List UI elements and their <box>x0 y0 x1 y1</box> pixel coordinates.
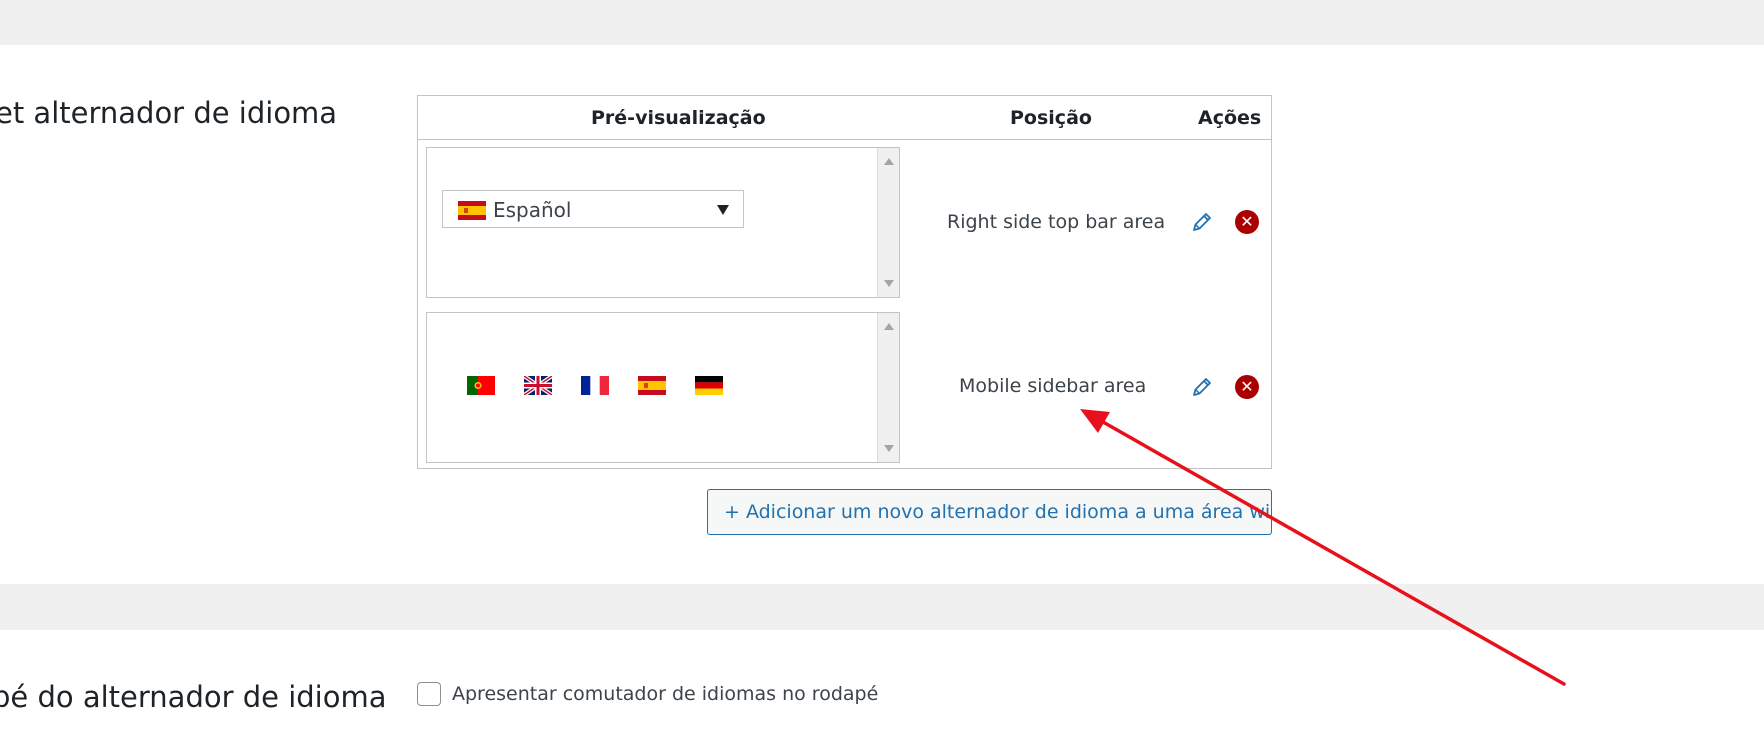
flag-pt-icon[interactable] <box>467 376 495 395</box>
flag-es-icon[interactable] <box>638 376 666 395</box>
edit-button[interactable] <box>1190 375 1214 404</box>
scroll-down-icon[interactable] <box>884 280 894 287</box>
pencil-icon <box>1190 213 1214 238</box>
flag-es-icon <box>458 201 486 220</box>
dropdown-selected-language: Español <box>493 198 572 222</box>
language-switcher-table: Pré-visualização Posição Ações Español R… <box>417 95 1272 469</box>
position-label: Right side top bar area <box>947 211 1166 233</box>
header-preview: Pré-visualização <box>591 107 766 129</box>
delete-button[interactable]: ✕ <box>1235 210 1259 234</box>
table-header: Pré-visualização Posição Ações <box>418 96 1271 140</box>
preview-scrollbar[interactable] <box>877 148 899 297</box>
position-label: Mobile sidebar area <box>959 375 1147 397</box>
preview-box-dropdown[interactable]: Español <box>426 147 900 298</box>
header-position: Posição <box>1010 107 1092 129</box>
add-language-switcher-button[interactable]: + Adicionar um novo alternador de idioma… <box>707 489 1272 535</box>
edit-button[interactable] <box>1190 210 1214 239</box>
widget-switcher-section-label: et alternador de idioma <box>0 96 338 130</box>
scroll-up-icon[interactable] <box>884 323 894 330</box>
top-band <box>0 0 1764 45</box>
chevron-down-icon <box>717 205 729 215</box>
delete-button[interactable]: ✕ <box>1235 375 1259 399</box>
flag-gb-icon[interactable] <box>524 376 552 395</box>
header-actions: Ações <box>1198 107 1262 129</box>
scroll-up-icon[interactable] <box>884 158 894 165</box>
footer-switcher-checkbox-label[interactable]: Apresentar comutador de idiomas no rodap… <box>452 683 878 705</box>
preview-scrollbar[interactable] <box>877 313 899 462</box>
flag-de-icon[interactable] <box>695 376 723 395</box>
section-divider-band <box>0 584 1764 630</box>
pencil-icon <box>1190 378 1214 403</box>
footer-switcher-checkbox[interactable] <box>417 682 441 706</box>
scroll-down-icon[interactable] <box>884 445 894 452</box>
delete-x-icon: ✕ <box>1235 375 1259 399</box>
flag-fr-icon[interactable] <box>581 376 609 395</box>
delete-x-icon: ✕ <box>1235 210 1259 234</box>
language-dropdown[interactable]: Español <box>442 190 744 228</box>
preview-box-flags[interactable] <box>426 312 900 463</box>
footer-switcher-section-label: pé do alternador de idioma <box>0 680 387 714</box>
